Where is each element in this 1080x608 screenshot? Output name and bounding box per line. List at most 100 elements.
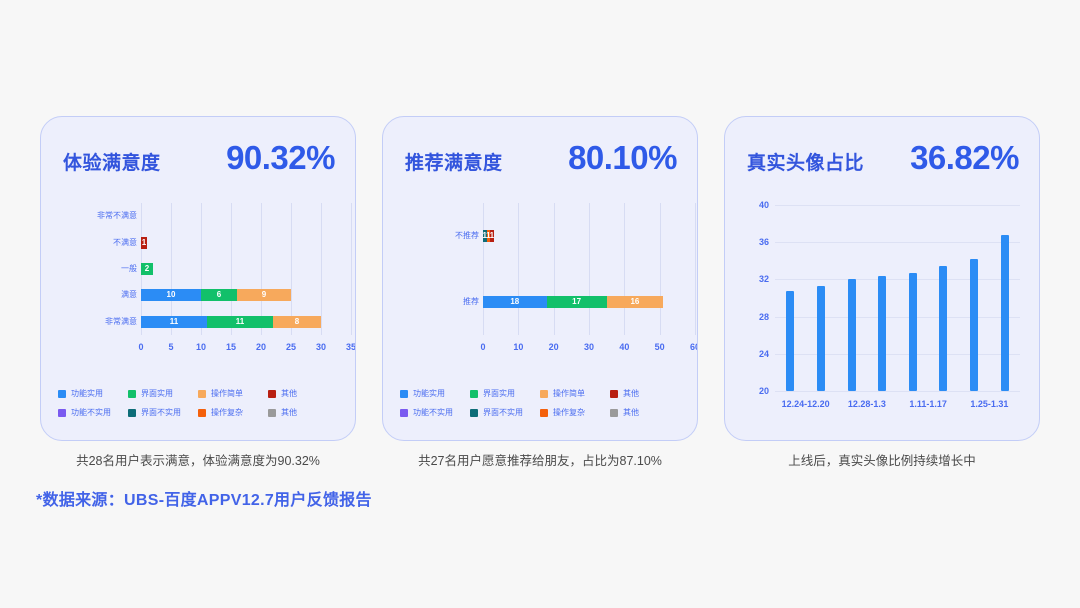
legend-item[interactable]: 界面不实用 <box>128 407 198 418</box>
legend-item[interactable]: 操作复杂 <box>198 407 268 418</box>
chart-gridline <box>659 203 661 335</box>
chart-bar-row[interactable]: 1 <box>141 236 147 249</box>
chart-bar-segment[interactable]: 10 <box>141 289 201 302</box>
chart-y-tick-label: 36 <box>758 237 769 248</box>
legend-item[interactable]: 操作复杂 <box>540 407 610 418</box>
chart-bar-segment[interactable]: 11 <box>141 315 207 328</box>
card-title: 体验满意度 <box>63 153 161 174</box>
chart-gridline <box>351 203 352 335</box>
chart-x-tick-label: 30 <box>583 342 595 352</box>
legend-swatch-icon <box>198 408 206 417</box>
legend-item[interactable]: 其他 <box>268 407 338 418</box>
chart-gridline <box>589 203 590 335</box>
chart-bar-segment[interactable]: 17 <box>546 296 607 308</box>
chart-bar-segment[interactable]: 16 <box>606 296 664 308</box>
chart-bar-segment[interactable]: 2 <box>141 263 153 275</box>
legend-item[interactable]: 功能实用 <box>58 388 128 399</box>
chart-bar-segment[interactable]: 8 <box>273 315 321 328</box>
chart-x-tick-label: 0 <box>480 342 486 352</box>
chart-x-tick-label: 0 <box>138 342 144 352</box>
legend-swatch-icon <box>400 408 408 417</box>
metric-cards-row: 体验满意度 90.32% 非常不满意 不满意 1 一般 2 满意 10 6 9 非常满意 11 11 8… <box>40 116 1040 441</box>
legend-swatch-icon <box>400 389 408 398</box>
legend-swatch-icon <box>610 408 618 417</box>
chart-category-label: 不推荐 <box>455 231 479 240</box>
card-real-avatar-ratio: 真实头像占比 36.82% 20 24 28 32 36 40 12.24-12.20 12.… <box>724 116 1040 441</box>
chart-gridline <box>775 205 1020 206</box>
chart-bar-value-label: 18 <box>510 297 520 306</box>
legend-label: 界面不实用 <box>141 408 181 417</box>
chart-x-tick-label: 12.24-12.20 <box>781 399 830 409</box>
legend-item[interactable]: 功能不实用 <box>58 407 128 418</box>
chart-category-label: 推荐 <box>463 297 479 306</box>
legend-label: 功能不实用 <box>413 408 453 417</box>
legend-item[interactable]: 其他 <box>610 407 680 418</box>
card-header: 真实头像占比 36.82% <box>747 141 1019 181</box>
chart-bar[interactable] <box>816 285 825 391</box>
legend-item[interactable]: 操作简单 <box>198 388 268 399</box>
chart-x-tick-label: 10 <box>195 342 207 352</box>
legend-item[interactable]: 界面实用 <box>128 388 198 399</box>
chart-bar[interactable] <box>878 275 887 391</box>
chart-category-label: 不满意 <box>113 237 137 247</box>
chart-bar[interactable] <box>908 272 917 391</box>
legend-swatch-icon <box>540 408 548 417</box>
chart-bar-value-label: 11 <box>235 316 245 326</box>
legend-swatch-icon <box>128 408 136 417</box>
chart-bar-value-label: 1 <box>489 231 495 240</box>
chart-bar-segment[interactable]: 11 <box>207 315 273 328</box>
legend-item[interactable]: 其他 <box>610 388 680 399</box>
chart-bar[interactable] <box>786 290 795 391</box>
chart-gridline <box>321 203 322 335</box>
chart-x-tick-label: 60 <box>689 342 697 352</box>
chart-gridline <box>775 391 1020 392</box>
legend-label: 界面实用 <box>483 389 515 398</box>
chart-category-label: 非常不满意 <box>97 211 137 221</box>
slide-canvas: 体验满意度 90.32% 非常不满意 不满意 1 一般 2 满意 10 6 9 非常满意 11 11 8… <box>0 0 1080 608</box>
chart-category-label: 非常满意 <box>105 316 137 326</box>
legend-label: 功能不实用 <box>71 408 111 417</box>
chart-x-tick-label: 50 <box>654 342 665 352</box>
legend-label: 功能实用 <box>71 389 103 398</box>
card-percent-value: 36.82% <box>910 139 1019 176</box>
legend-swatch-icon <box>198 389 206 398</box>
legend-swatch-icon <box>128 389 136 398</box>
card-caption: 共28名用户表示满意，体验满意度为90.32% <box>76 454 320 468</box>
legend-item[interactable]: 界面实用 <box>470 388 540 399</box>
chart-bar-row[interactable]: 18 17 16 <box>483 296 664 308</box>
legend-item[interactable]: 界面不实用 <box>470 407 540 418</box>
chart-bar[interactable] <box>1000 234 1009 391</box>
chart-bar-segment[interactable]: 1 <box>141 236 147 249</box>
legend-label: 其他 <box>281 389 297 398</box>
legend-swatch-icon <box>470 389 478 398</box>
chart-x-tick-label: 10 <box>513 342 524 352</box>
chart-bar[interactable] <box>970 258 979 391</box>
legend-swatch-icon <box>268 389 276 398</box>
legend-item[interactable]: 其他 <box>268 388 338 399</box>
legend-row: 功能不实用 界面不实用 操作复杂 其他 <box>58 407 338 418</box>
legend-item[interactable]: 功能实用 <box>400 388 470 399</box>
legend-swatch-icon <box>58 389 66 398</box>
chart-bar[interactable] <box>939 266 948 391</box>
chart-gridline <box>775 353 1020 355</box>
chart-legend: 功能实用 界面实用 操作简单 其他 功能不实用 界面不实用 操作复杂 其他 <box>41 388 355 418</box>
chart-bar-segment[interactable]: 9 <box>237 289 291 302</box>
legend-item[interactable]: 操作简单 <box>540 388 610 399</box>
chart-y-tick-label: 24 <box>758 348 769 359</box>
chart-bar-value-label: 2 <box>144 264 150 273</box>
chart-bar-row[interactable]: 10 6 9 <box>141 289 291 302</box>
chart-bar-row[interactable]: 11 11 8 <box>141 315 321 328</box>
legend-label: 其他 <box>623 389 639 398</box>
chart-bar-row[interactable]: 111 <box>483 230 494 242</box>
chart-bar-row[interactable]: 2 <box>141 263 153 275</box>
chart-bar-value-label: 8 <box>294 316 300 326</box>
chart-bar-segment[interactable]: 6 <box>201 289 237 302</box>
card-header: 推荐满意度 80.10% <box>405 141 677 181</box>
chart-bar-segment[interactable]: 1 <box>490 230 494 242</box>
chart-bar-segment[interactable]: 18 <box>483 296 547 308</box>
chart-bar[interactable] <box>847 279 856 391</box>
legend-item[interactable]: 功能不实用 <box>400 407 470 418</box>
chart-gridline <box>553 203 555 335</box>
chart-bar-value-label: 11 <box>169 316 179 326</box>
legend-swatch-icon <box>540 389 548 398</box>
